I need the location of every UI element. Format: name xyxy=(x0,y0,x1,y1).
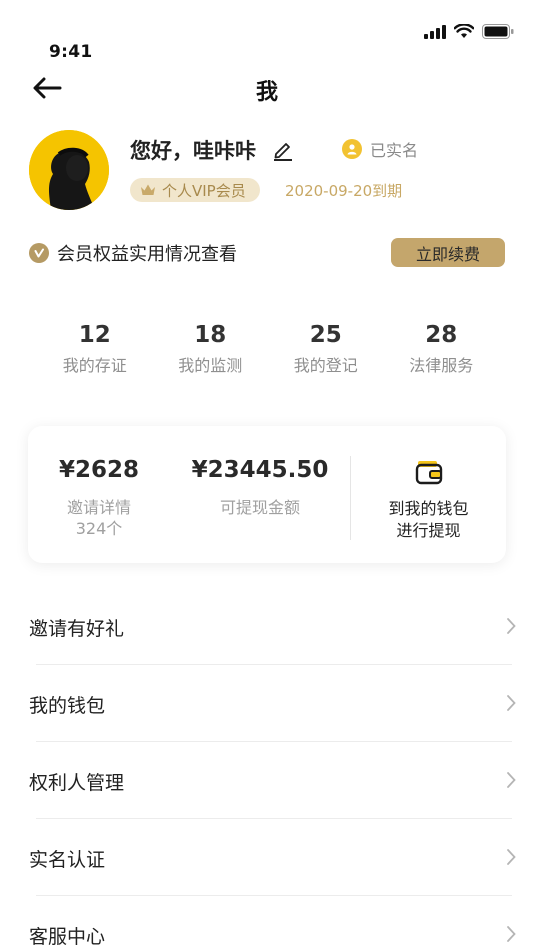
crown-icon xyxy=(141,184,155,195)
stat-value: 12 xyxy=(78,322,111,348)
chevron-right-icon xyxy=(507,772,516,788)
menu-item-label: 权利人管理 xyxy=(29,772,125,794)
menu-item-wallet[interactable]: 我的钱包 xyxy=(0,665,534,742)
edit-icon[interactable] xyxy=(272,139,294,161)
benefit-link[interactable]: 会员权益实用情况查看 xyxy=(29,240,237,266)
greeting: 您好，哇咔咔 xyxy=(130,135,294,165)
avatar-portrait xyxy=(29,130,109,210)
stat-label: 我的存证 xyxy=(62,356,127,375)
stat-label: 法律服务 xyxy=(409,356,474,375)
menu-item-label: 客服中心 xyxy=(29,926,106,948)
avatar[interactable] xyxy=(29,130,109,210)
signal-icon xyxy=(424,24,446,39)
chevron-right-icon xyxy=(507,926,516,942)
page-title: 我 xyxy=(255,80,278,105)
invite-label: 邀请详情 xyxy=(66,498,131,517)
vip-badge: 个人VIP会员 xyxy=(130,178,260,202)
chevron-right-icon xyxy=(507,618,516,634)
stat-deposit[interactable]: 12 我的存证 xyxy=(37,320,153,376)
menu-item-verification[interactable]: 实名认证 xyxy=(0,819,534,896)
withdraw-amount: ¥23445.50 xyxy=(191,457,329,483)
benefit-text: 会员权益实用情况查看 xyxy=(57,244,237,265)
vip-label: 个人VIP会员 xyxy=(162,181,246,200)
menu-item-rights-holder[interactable]: 权利人管理 xyxy=(0,742,534,819)
stat-value: 18 xyxy=(194,322,227,348)
chevron-right-icon xyxy=(507,849,516,865)
stat-label: 我的监测 xyxy=(178,356,243,375)
withdrawable-amount[interactable]: ¥23445.50 可提现金额 xyxy=(170,426,350,518)
stat-label: 我的登记 xyxy=(293,356,358,375)
menu-item-label: 实名认证 xyxy=(29,849,106,871)
vip-expire-date: 2020-09-20到期 xyxy=(285,182,403,200)
menu-list: 邀请有好礼 我的钱包 权利人管理 实名认证 客服中心 xyxy=(0,588,534,950)
renew-button[interactable]: 立即续费 xyxy=(391,238,505,267)
wallet-icon xyxy=(415,458,443,486)
verified-status: 已实名 xyxy=(342,137,418,161)
stat-value: 28 xyxy=(425,322,458,348)
go-to-wallet-button[interactable]: 到我的钱包 进行提现 xyxy=(351,426,506,542)
menu-item-label: 我的钱包 xyxy=(29,695,106,717)
stat-value: 25 xyxy=(309,322,342,348)
wallet-link-line2: 进行提现 xyxy=(396,521,461,540)
wifi-icon xyxy=(454,24,474,38)
vip-check-icon xyxy=(29,243,49,263)
wallet-link-line1: 到我的钱包 xyxy=(388,499,469,518)
menu-item-invite[interactable]: 邀请有好礼 xyxy=(0,588,534,665)
chevron-right-icon xyxy=(507,695,516,711)
stat-registration[interactable]: 25 我的登记 xyxy=(268,320,384,376)
wallet-card: ¥2628 邀请详情 324个 ¥23445.50 可提现金额 到我的钱包 进行… xyxy=(28,426,506,563)
withdraw-label: 可提现金额 xyxy=(219,498,300,517)
user-verified-icon xyxy=(342,139,362,159)
menu-item-label: 邀请有好礼 xyxy=(29,618,125,640)
status-time: 9:41 xyxy=(49,42,93,62)
invite-details[interactable]: ¥2628 邀请详情 324个 xyxy=(28,426,170,539)
status-icons xyxy=(424,24,514,39)
invite-amount: ¥2628 xyxy=(58,457,140,483)
menu-item-customer-service[interactable]: 客服中心 xyxy=(0,896,534,950)
nav-bar: 我 xyxy=(0,66,534,112)
stat-legal-service[interactable]: 28 法律服务 xyxy=(384,320,500,376)
greeting-text: 您好，哇咔咔 xyxy=(130,139,256,163)
battery-icon xyxy=(482,24,514,39)
stats-row: 12 我的存证 18 我的监测 25 我的登记 28 法律服务 xyxy=(37,320,499,376)
invite-count: 324个 xyxy=(75,519,123,538)
stat-monitor[interactable]: 18 我的监测 xyxy=(153,320,269,376)
status-bar: 9:41 xyxy=(0,0,534,64)
verified-text: 已实名 xyxy=(370,141,419,160)
